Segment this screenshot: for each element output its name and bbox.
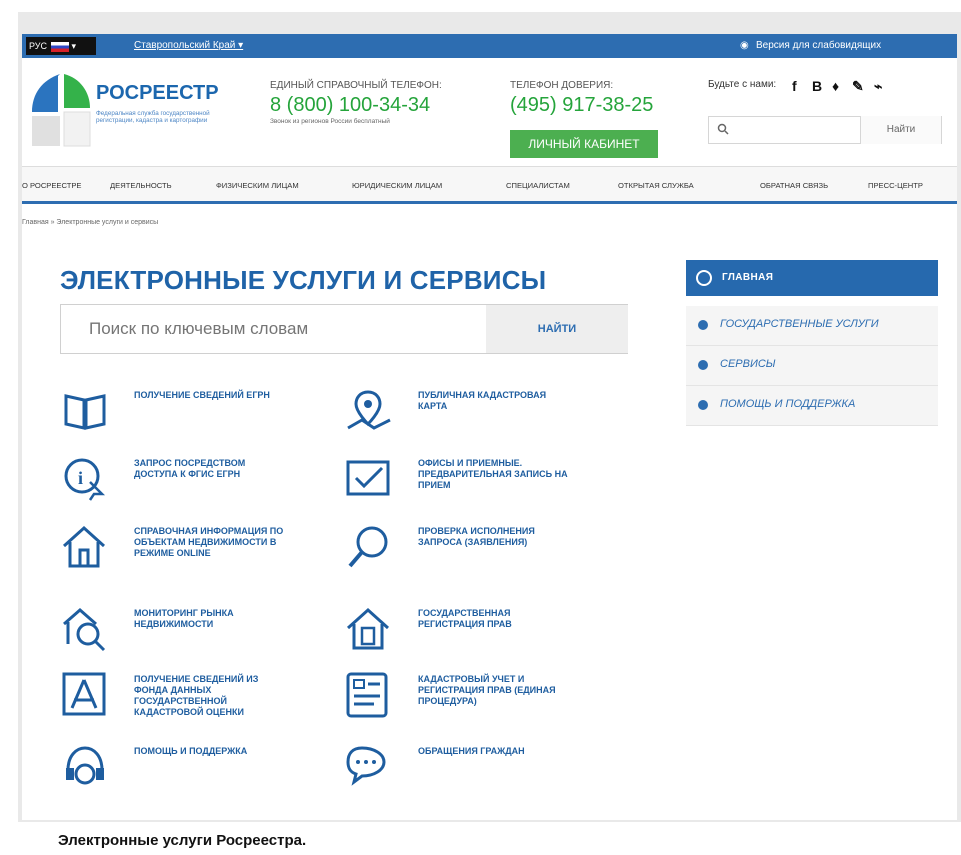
service-market-monitoring[interactable]: МОНИТОРИНГ РЫНКА НЕДВИЖИМОСТИ	[60, 604, 290, 676]
rosreestr-logo	[32, 74, 91, 147]
brand-subtitle: Федеральная служба государственной регис…	[96, 110, 210, 124]
nav-item-individuals[interactable]: ФИЗИЧЕСКИМ ЛИЦАМ	[216, 181, 299, 190]
helpline-label: ЕДИНЫЙ СПРАВОЧНЫЙ ТЕЛЕФОН:	[270, 80, 442, 91]
house-search-icon	[63, 608, 106, 652]
nav-item-open-service[interactable]: ОТКРЫТАЯ СЛУЖБА	[618, 181, 694, 190]
bullet-icon	[698, 360, 708, 370]
breadcrumb: Главная » Электронные услуги и сервисы	[22, 219, 159, 226]
twitter-icon[interactable]: ♦	[832, 78, 839, 94]
info-cursor-icon: i	[64, 458, 106, 501]
region-selector[interactable]: Ставропольский Край ▾	[134, 40, 243, 51]
trust-line-number: (495) 917-38-25	[510, 94, 654, 116]
follow-us-label: Будьте с нами:	[708, 79, 777, 90]
service-label: СПРАВОЧНАЯ ИНФОРМАЦИЯ ПО ОБЪЕКТАМ НЕДВИЖ…	[134, 526, 284, 558]
svg-text:i: i	[78, 468, 83, 488]
service-egrn-info[interactable]: ПОЛУЧЕНИЕ СВЕДЕНИЙ ЕГРН	[60, 386, 290, 458]
nav-item-press-center[interactable]: ПРЕСС-ЦЕНТР	[868, 181, 923, 190]
service-label: ПОЛУЧЕНИЕ СВЕДЕНИЙ ИЗ ФОНДА ДАННЫХ ГОСУД…	[134, 674, 259, 717]
house-doc-icon	[346, 607, 390, 650]
search-icon	[717, 123, 729, 135]
service-help-support[interactable]: ПОМОЩЬ И ПОДДЕРЖКА	[60, 742, 290, 814]
keyword-search-button[interactable]: НАЙТИ	[486, 305, 628, 353]
chat-bubbles-icon	[346, 746, 386, 786]
sidebar-item-label: ПОМОЩЬ И ПОДДЕРЖКА	[720, 398, 856, 410]
language-label: РУС	[29, 41, 48, 51]
map-pin-icon	[347, 390, 391, 430]
service-reference-info[interactable]: СПРАВОЧНАЯ ИНФОРМАЦИЯ ПО ОБЪЕКТАМ НЕДВИЖ…	[60, 522, 290, 594]
main-navigation: О РОСРЕЕСТРЕ ДЕЯТЕЛЬНОСТЬ ФИЗИЧЕСКИМ ЛИЦ…	[22, 166, 957, 204]
service-fgis-access[interactable]: i ЗАПРОС ПОСРЕДСТВОМ ДОСТУПА К ФГИС ЕГРН	[60, 454, 290, 526]
rss-icon[interactable]: ⌁	[874, 78, 882, 95]
service-state-registration[interactable]: ГОСУДАРСТВЕННАЯ РЕГИСТРАЦИЯ ПРАВ	[344, 604, 574, 676]
nav-item-specialists[interactable]: СПЕЦИАЛИСТАМ	[506, 181, 570, 190]
sidebar-item-label: ГОСУДАРСТВЕННЫЕ УСЛУГИ	[720, 318, 879, 330]
service-cadastral-map[interactable]: ПУБЛИЧНАЯ КАДАСТРОВАЯ КАРТА	[344, 386, 574, 458]
service-offices[interactable]: ОФИСЫ И ПРИЕМНЫЕ. ПРЕДВАРИТЕЛЬНАЯ ЗАПИСЬ…	[344, 454, 574, 526]
personal-account-button[interactable]: ЛИЧНЫЙ КАБИНЕТ	[510, 130, 658, 158]
service-request-check[interactable]: ПРОВЕРКА ИСПОЛНЕНИЯ ЗАПРОСА (ЗАЯВЛЕНИЯ)	[344, 522, 574, 594]
schedule-icon	[346, 460, 390, 496]
house-icon	[62, 525, 106, 568]
bullet-icon	[698, 400, 708, 410]
bullet-icon	[698, 320, 708, 330]
link-icon[interactable]: ✎	[852, 78, 864, 95]
form-icon	[346, 672, 388, 718]
service-label: ОБРАЩЕНИЯ ГРАЖДАН	[418, 746, 525, 756]
service-label: ГОСУДАРСТВЕННАЯ РЕГИСТРАЦИЯ ПРАВ	[418, 608, 512, 629]
top-bar: РУС ▾ Ставропольский Край ▾ ◉ Версия для…	[22, 34, 957, 58]
keyword-search-input[interactable]	[61, 305, 486, 353]
sidebar-item-state-services[interactable]: ГОСУДАРСТВЕННЫЕ УСЛУГИ	[686, 306, 938, 346]
page-title: ЭЛЕКТРОННЫЕ УСЛУГИ И СЕРВИСЫ	[60, 265, 547, 295]
service-label: ПОЛУЧЕНИЕ СВЕДЕНИЙ ЕГРН	[134, 390, 270, 400]
website-screenshot: РУС ▾ Ставропольский Край ▾ ◉ Версия для…	[22, 34, 957, 820]
nav-item-legal-entities[interactable]: ЮРИДИЧЕСКИМ ЛИЦАМ	[352, 181, 442, 190]
service-cadastral-registration[interactable]: КАДАСТРОВЫЙ УЧЕТ И РЕГИСТРАЦИЯ ПРАВ (ЕДИ…	[344, 670, 574, 742]
helpline-number: 8 (800) 100-34-34	[270, 94, 431, 116]
compass-icon	[62, 672, 106, 716]
russia-flag-icon	[51, 41, 70, 52]
helpline-note: Звонок из регионов России бесплатный	[270, 118, 390, 125]
sidebar-item-help[interactable]: ПОМОЩЬ И ПОДДЕРЖКА	[686, 386, 938, 426]
service-label: ЗАПРОС ПОСРЕДСТВОМ ДОСТУПА К ФГИС ЕГРН	[134, 458, 246, 479]
nav-item-feedback[interactable]: ОБРАТНАЯ СВЯЗЬ	[760, 181, 828, 190]
low-vision-link[interactable]: Версия для слабовидящих	[756, 40, 881, 51]
book-icon	[64, 394, 106, 430]
service-label: ПУБЛИЧНАЯ КАДАСТРОВАЯ КАРТА	[418, 390, 547, 411]
service-label: ПОМОЩЬ И ПОДДЕРЖКА	[134, 746, 248, 756]
header-search-button[interactable]: Найти	[860, 116, 941, 144]
nav-item-activity[interactable]: ДЕЯТЕЛЬНОСТЬ	[110, 181, 172, 190]
chevron-down-icon: ▾	[69, 41, 77, 51]
page-frame: РУС ▾ Ставропольский Край ▾ ◉ Версия для…	[0, 0, 961, 855]
sidebar-home-label: ГЛАВНАЯ	[722, 272, 774, 283]
sidebar-item-services[interactable]: СЕРВИСЫ	[686, 346, 938, 386]
service-label: МОНИТОРИНГ РЫНКА НЕДВИЖИМОСТИ	[134, 608, 234, 629]
figure-caption: Электронные услуги Росреестра.	[58, 832, 307, 849]
magnifier-icon	[348, 526, 388, 568]
headset-icon	[66, 746, 104, 785]
service-label: ОФИСЫ И ПРИЕМНЫЕ. ПРЕДВАРИТЕЛЬНАЯ ЗАПИСЬ…	[418, 458, 568, 490]
language-selector[interactable]: РУС ▾	[26, 37, 96, 55]
back-circle-icon	[696, 270, 712, 286]
trust-line-label: ТЕЛЕФОН ДОВЕРИЯ:	[510, 80, 614, 91]
keyword-search: НАЙТИ	[60, 304, 628, 354]
eye-icon: ◉	[740, 40, 749, 51]
vk-icon[interactable]: B	[812, 78, 822, 94]
brand-title: РОСРЕЕСТР	[96, 82, 219, 104]
facebook-icon[interactable]: f	[792, 78, 797, 94]
nav-item-about[interactable]: О РОСРЕЕСТРЕ	[22, 181, 82, 190]
service-label: ПРОВЕРКА ИСПОЛНЕНИЯ ЗАПРОСА (ЗАЯВЛЕНИЯ)	[418, 526, 535, 547]
service-valuation-fund[interactable]: ПОЛУЧЕНИЕ СВЕДЕНИЙ ИЗ ФОНДА ДАННЫХ ГОСУД…	[60, 670, 290, 742]
sidebar-home[interactable]: ГЛАВНАЯ	[686, 260, 938, 296]
service-label: КАДАСТРОВЫЙ УЧЕТ И РЕГИСТРАЦИЯ ПРАВ (ЕДИ…	[418, 674, 556, 706]
sidebar-item-label: СЕРВИСЫ	[720, 358, 776, 370]
service-citizen-appeals[interactable]: ОБРАЩЕНИЯ ГРАЖДАН	[344, 742, 574, 814]
